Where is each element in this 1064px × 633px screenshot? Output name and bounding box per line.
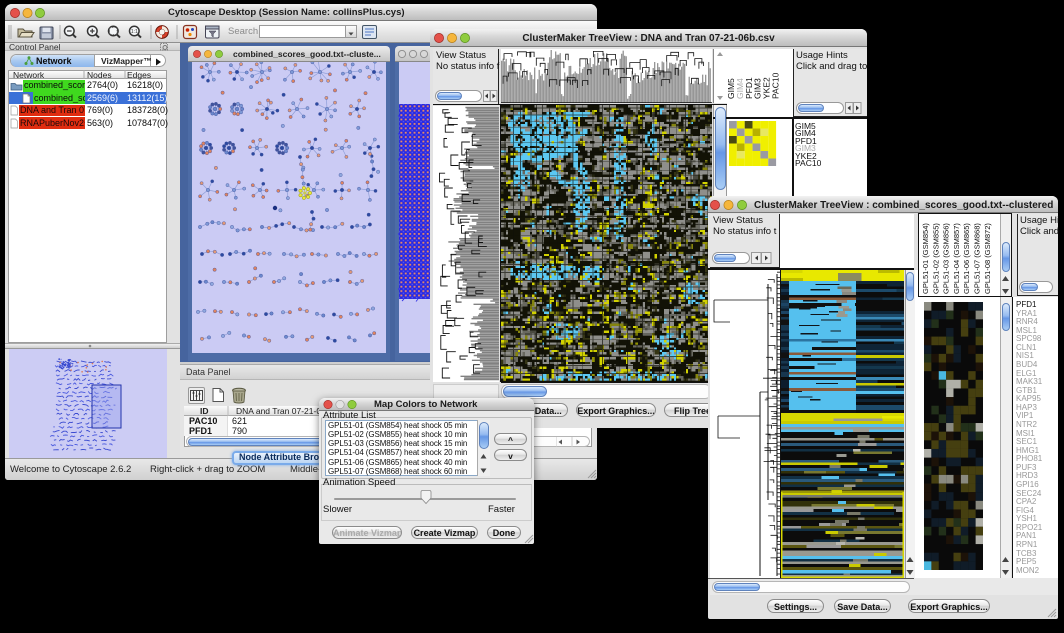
svg-text:1:1: 1:1 [131,29,138,35]
svg-text:GPL51-01 (GSM854): GPL51-01 (GSM854) [921,223,930,294]
svg-text:GPL51-04 (GSM857): GPL51-04 (GSM857) [952,223,961,294]
svg-text:GPL51-08 (GSM872): GPL51-08 (GSM872) [983,223,992,294]
svg-text:GPL51-03 (GSM856): GPL51-03 (GSM856) [942,223,951,294]
svg-text:GPL51-02 (GSM855): GPL51-02 (GSM855) [931,223,940,294]
svg-text:PAC10: PAC10 [771,72,781,99]
svg-text:GPL51-06 (GSM865): GPL51-06 (GSM865) [962,223,971,294]
svg-text:GPL51-07 (GSM868): GPL51-07 (GSM868) [973,223,982,294]
